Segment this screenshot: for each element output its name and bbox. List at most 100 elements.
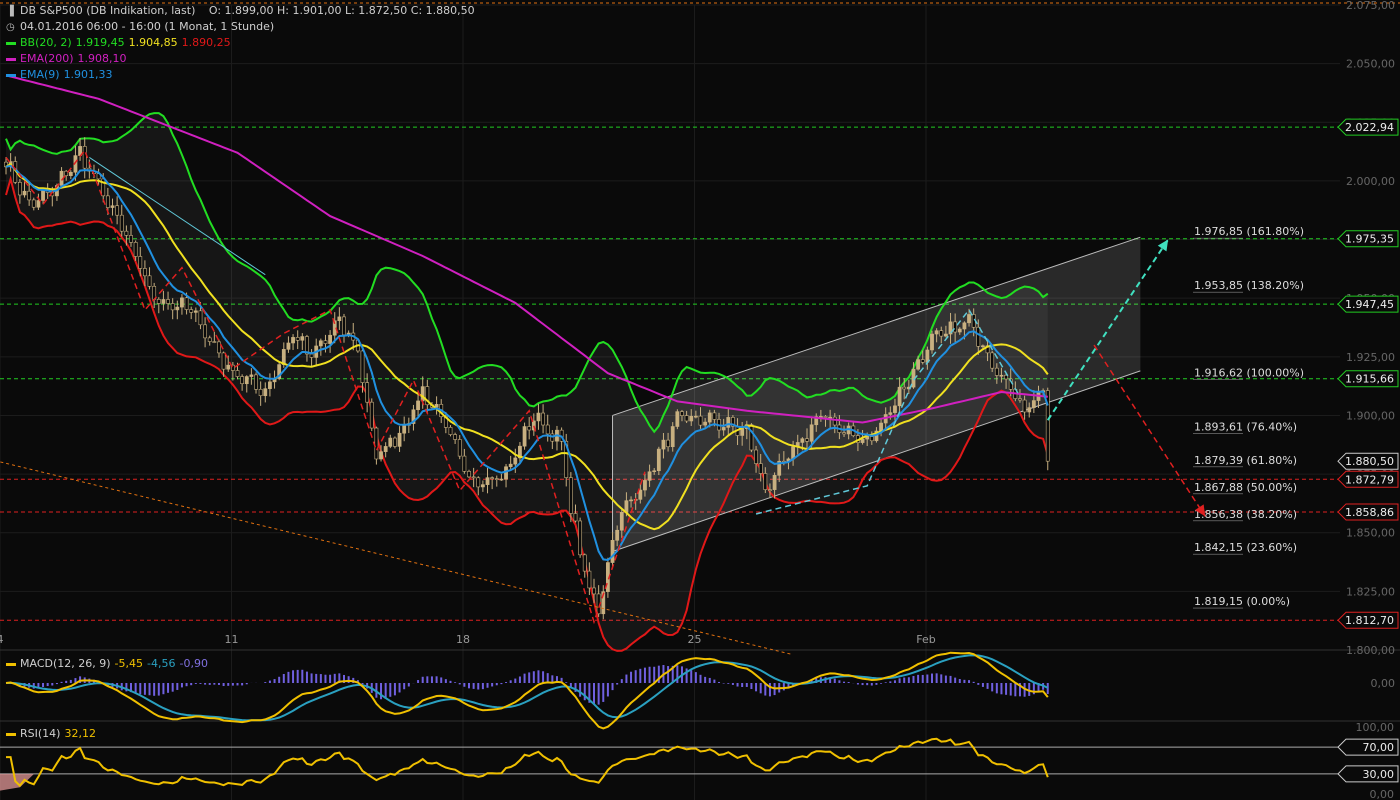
candle-body (374, 427, 379, 460)
price-label-text: 1.947,45 (1345, 298, 1394, 311)
candle-body (953, 321, 958, 333)
candle-body (828, 416, 833, 419)
candle-body (383, 446, 388, 452)
candle-body (721, 427, 726, 431)
candle-body (105, 195, 110, 208)
candle-body (768, 489, 772, 491)
candle-body (842, 432, 846, 435)
price-label-text: 1.812,70 (1345, 614, 1394, 627)
price-label-text: 1.872,79 (1345, 473, 1394, 486)
y-tick-label: 2.000,00 (1346, 175, 1395, 188)
candle-body (365, 382, 370, 403)
candle-body (119, 214, 124, 232)
candle-body (369, 401, 374, 429)
macd-signal-value: -4,56 (147, 657, 176, 670)
candle-body (670, 426, 675, 448)
candle-body (504, 466, 508, 480)
candle-body (124, 230, 129, 236)
rsi-value: 32,12 (64, 727, 96, 740)
candle-body (805, 438, 809, 442)
candle-body (207, 337, 212, 342)
candle-body (453, 434, 458, 440)
candle-body (573, 513, 578, 522)
candle-body (527, 426, 532, 431)
candle-body (578, 520, 583, 556)
candle-body (990, 352, 995, 369)
candle-body (629, 499, 633, 502)
candle-body (249, 374, 254, 377)
candle-body (189, 309, 194, 313)
candle-body (661, 439, 666, 450)
candle-body (726, 417, 731, 428)
candle-body (610, 540, 615, 563)
ema9-label: EMA(9) (20, 68, 60, 81)
candle-body (471, 476, 476, 479)
candle-body (754, 449, 758, 464)
ema200-swatch-icon (6, 57, 16, 61)
legend-rsi[interactable]: RSI(14) 32,12 (6, 727, 100, 741)
candle-body (920, 359, 925, 363)
candle-body (698, 415, 703, 426)
candle-body (291, 337, 295, 344)
candle-body (1031, 400, 1036, 408)
rsi-tick-label: 30,00 (1363, 768, 1395, 781)
fib-level-label: 1.879,39 (61.80%) (1194, 454, 1297, 467)
candle-body (397, 432, 402, 447)
x-tick-label: 4 (0, 633, 4, 646)
candle-body (221, 352, 226, 370)
price-chart[interactable]: 1.976,85 (161.80%) 1.953,85 (138.20%) 1.91… (0, 0, 1400, 800)
period-text: 04.01.2016 06:00 - 16:00 (1 Monat, 1 Stu… (20, 20, 275, 33)
candle-body (981, 345, 985, 348)
candle-body (476, 477, 481, 488)
candle-body (235, 370, 240, 377)
candle-body (494, 478, 499, 480)
legend-bb[interactable]: BB(20, 2) 1.919,45 1.904,85 1.890,25 (6, 36, 235, 50)
candle-body (675, 411, 680, 427)
legend-ema200[interactable]: EMA(200) 1.908,10 (6, 52, 131, 66)
candle-body (328, 334, 333, 344)
y-tick-label: 1.800,00 (1346, 644, 1395, 657)
candle-body (138, 256, 143, 269)
bb-label: BB(20, 2) (20, 36, 72, 49)
candle-body (457, 439, 462, 457)
candle-body (967, 314, 971, 324)
candle-body (832, 416, 837, 426)
fib-level-label: 1.856,38 (38.20%) (1194, 508, 1297, 521)
candle-body (693, 415, 698, 418)
candle-body (300, 336, 305, 341)
rsi-tick-label: 100,00 (1356, 721, 1395, 734)
candle-body (129, 235, 133, 243)
fib-level-label: 1.976,85 (161.80%) (1194, 225, 1304, 238)
ema9-swatch-icon (6, 73, 16, 77)
candle-body (393, 437, 397, 447)
candle-body (513, 457, 518, 465)
candle-body (147, 275, 152, 287)
rsi-tick-label: 70,00 (1363, 741, 1395, 754)
ema200-label: EMA(200) (20, 52, 74, 65)
candle-body (448, 427, 453, 435)
candle-body (263, 388, 268, 397)
symbol-name: DB S&P500 (DB Indikation, last) (20, 4, 196, 17)
clock-icon: ◷ (6, 22, 15, 33)
ema200-value: 1.908,10 (77, 52, 127, 65)
candle-body (823, 416, 828, 418)
candle-body (934, 330, 939, 335)
candle-body (244, 376, 249, 385)
candle-body (772, 475, 777, 490)
price-label-text: 2.022,94 (1345, 121, 1394, 134)
candle-body (31, 199, 36, 208)
price-label-text: 1.880,50 (1345, 455, 1394, 468)
candle-body (462, 455, 467, 472)
candle-body (638, 489, 643, 500)
x-tick-label: 18 (456, 633, 470, 646)
legend-macd[interactable]: MACD(12, 26, 9) -5,45 -4,56 -0,90 (6, 657, 212, 671)
legend-ema9[interactable]: EMA(9) 1.901,33 (6, 68, 117, 82)
candle-body (712, 412, 717, 420)
candle-body (916, 359, 921, 370)
bb-mid-value: 1.904,85 (128, 36, 178, 49)
fib-level-label: 1.953,85 (138.20%) (1194, 279, 1304, 292)
candle-body (684, 415, 689, 422)
candle-body (680, 411, 684, 416)
rsi-swatch-icon (6, 732, 16, 736)
candle-body (388, 437, 393, 447)
